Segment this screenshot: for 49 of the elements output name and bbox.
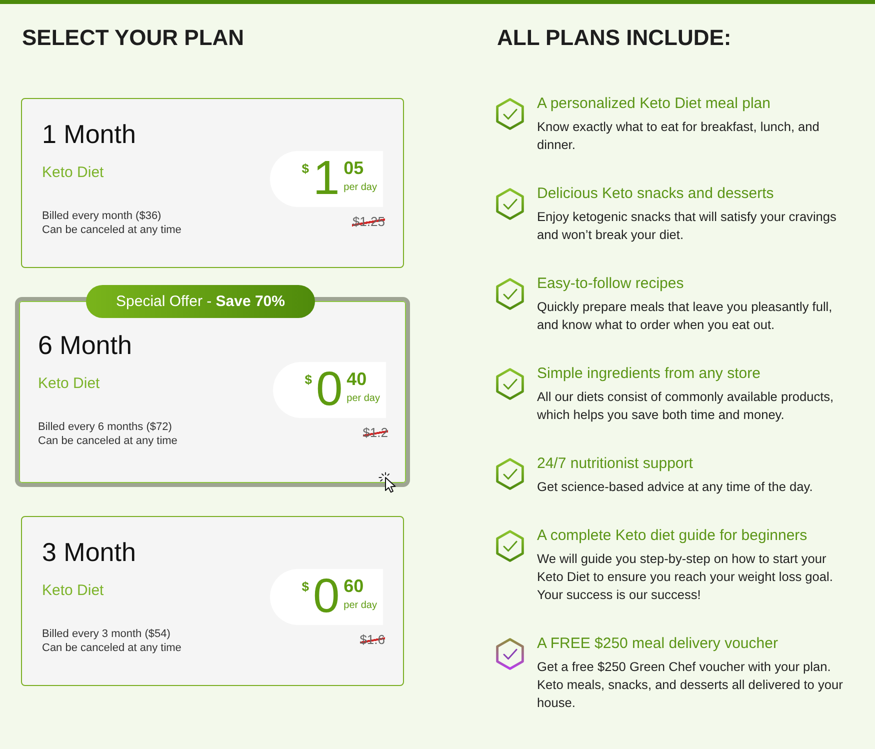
cursor-icon <box>378 472 398 493</box>
plan-duration: 6 Month <box>38 329 132 362</box>
feature-heading: Delicious Keto snacks and desserts <box>537 184 774 204</box>
hexagon-check-icon <box>496 278 524 310</box>
feature-description: We will guide you step-by-step on how to start your Keto Diet to ensure you reach your weight loss goal. Your success is our success! <box>537 550 834 604</box>
cancellation-note: Can be canceled at any time <box>38 434 178 448</box>
feature-heading: Simple ingredients from any store <box>537 364 760 384</box>
section-title: ALL PLANS INCLUDE: <box>496 24 732 52</box>
diet-name: Keto Diet <box>38 374 100 394</box>
diet-name: Keto Diet <box>42 163 104 183</box>
feature-heading: 24/7 nutritionist support <box>537 454 693 474</box>
billing-note: Billed every month ($36) <box>42 209 162 223</box>
hexagon-check-icon <box>496 638 524 670</box>
feature-heading: A complete Keto diet guide for beginners <box>537 526 808 546</box>
price-dollars: 0 <box>312 573 340 621</box>
plan-duration: 3 Month <box>42 536 136 569</box>
feature-description: Get a free $250 Green Chef voucher with your plan. Keto meals, snacks, and desserts all delivered to your house. <box>537 658 844 712</box>
feature-description: Enjoy ketogenic snacks that will satisfy your cravings and won’t break your diet. <box>537 208 838 244</box>
price-unit: per day <box>344 600 377 612</box>
billing-note: Billed every 6 months ($72) <box>38 420 172 434</box>
feature-description: Quickly prepare meals that leave you pleasantly full, and know what to order when you eat out. <box>537 298 834 334</box>
hexagon-check-icon <box>496 368 524 400</box>
section-title: SELECT YOUR PLAN <box>21 24 244 52</box>
feature-description: Know exactly what to eat for breakfast, lunch, and dinner. <box>537 118 820 154</box>
price-cents: 60 <box>344 576 364 596</box>
currency-sign: $ <box>302 580 309 594</box>
price-dollars: 0 <box>316 366 343 414</box>
currency-sign: $ <box>302 162 309 176</box>
currency-sign: $ <box>304 373 312 387</box>
feature-heading: A FREE $250 meal delivery voucher <box>537 634 778 654</box>
price-unit: per day <box>346 393 380 405</box>
price-cents: 05 <box>344 158 364 178</box>
diet-name: Keto Diet <box>42 581 104 601</box>
offer-badge: Special Offer - Save 70% <box>86 285 315 318</box>
feature-heading: A personalized Keto Diet meal plan <box>537 94 770 114</box>
feature-description: All our diets consist of commonly available products, which helps you save both time and money. <box>537 388 835 424</box>
feature-description: Get science-based advice at any time of the day. <box>537 478 814 496</box>
plan-duration: 1 Month <box>42 118 136 151</box>
hexagon-check-icon <box>496 458 524 490</box>
cancellation-note: Can be canceled at any time <box>42 223 182 237</box>
price-unit: per day <box>344 182 377 194</box>
price-cents: 40 <box>346 369 367 389</box>
hexagon-check-icon <box>496 530 524 562</box>
feature-heading: Easy-to-follow recipes <box>537 274 684 294</box>
hexagon-check-icon <box>496 188 524 220</box>
hexagon-check-icon <box>496 98 524 130</box>
cancellation-note: Can be canceled at any time <box>42 641 182 655</box>
price-dollars: 1 <box>312 155 340 203</box>
billing-note: Billed every 3 month ($54) <box>42 627 170 641</box>
